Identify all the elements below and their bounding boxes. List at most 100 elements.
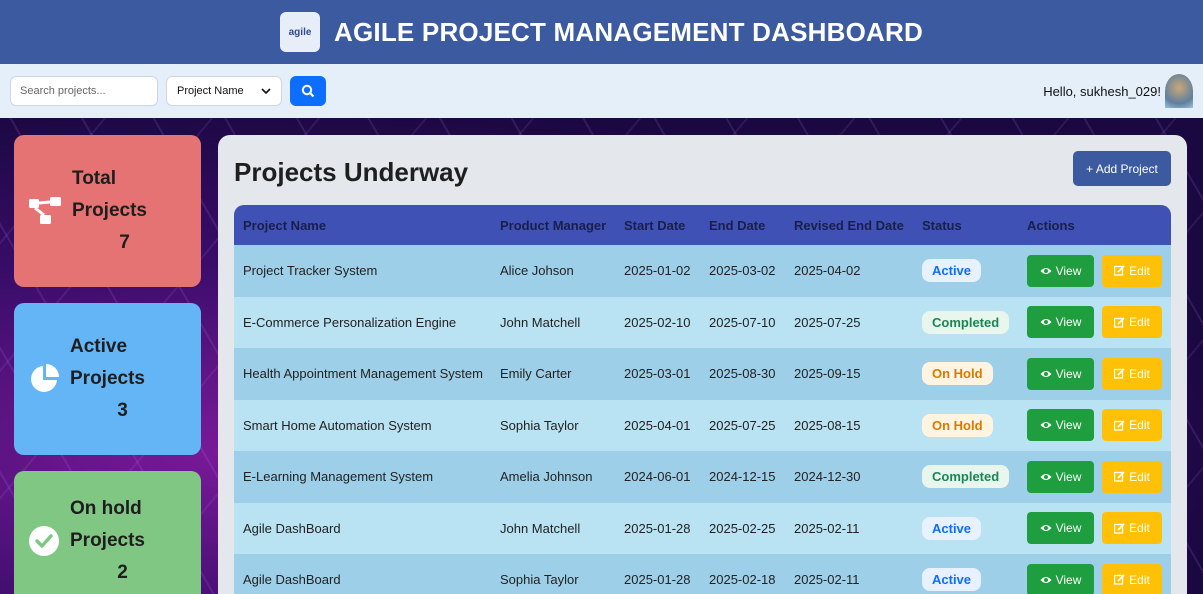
- search-input[interactable]: [10, 76, 158, 106]
- view-button[interactable]: View: [1027, 512, 1094, 545]
- edit-button[interactable]: Edit: [1102, 254, 1162, 287]
- add-project-button[interactable]: + Add Project: [1073, 151, 1171, 186]
- logo-text: agile: [288, 26, 312, 38]
- cell-status: Completed: [913, 310, 1018, 334]
- cell-status: On Hold: [913, 413, 1018, 437]
- column-header[interactable]: End Date: [700, 218, 785, 233]
- table-header: Project Name Product Manager Start Date …: [234, 205, 1171, 245]
- card-count: 2: [117, 562, 128, 583]
- cell-revised-end-date: 2024-12-30: [794, 469, 861, 485]
- status-badge: Completed: [922, 310, 1010, 334]
- user-greeting: Hello, sukhesh_029!: [1043, 74, 1193, 108]
- card-label-top: Total: [72, 168, 116, 189]
- table-row: Health Appointment Management System Emil…: [234, 348, 1171, 400]
- cell-status: On Hold: [913, 362, 1018, 386]
- view-button[interactable]: View: [1027, 357, 1094, 390]
- card-label-top: Active: [70, 336, 128, 357]
- app-logo[interactable]: agile: [280, 12, 321, 52]
- view-button[interactable]: View: [1027, 460, 1094, 493]
- column-header[interactable]: Product Manager: [491, 218, 615, 233]
- panel-title: Projects Underway: [234, 157, 469, 187]
- app-header: agile AGILE PROJECT MANAGEMENT DASHBOARD: [0, 0, 1203, 64]
- view-button-label: View: [1055, 315, 1082, 330]
- edit-icon: [1114, 368, 1125, 379]
- cell-manager: Alice Johson: [500, 263, 574, 279]
- view-button[interactable]: View: [1027, 409, 1094, 442]
- edit-button[interactable]: Edit: [1102, 409, 1162, 442]
- cell-end-date: 2025-02-25: [709, 520, 776, 536]
- chevron-down-icon: [261, 88, 271, 95]
- cell-start-date: 2024-06-01: [624, 469, 691, 485]
- edit-button[interactable]: Edit: [1102, 306, 1162, 339]
- cell-actions: View Edit: [1018, 357, 1171, 390]
- eye-icon: [1040, 422, 1052, 429]
- card-label-bottom: Projects: [70, 530, 145, 551]
- filter-select[interactable]: Project Name: [166, 76, 282, 106]
- column-header: Actions: [1027, 217, 1075, 233]
- cell-start-date: 2025-04-01: [624, 417, 691, 433]
- active-projects-card: Active Projects 3: [14, 303, 201, 455]
- cell-project-name: Project Tracker System: [243, 263, 378, 279]
- edit-button-label: Edit: [1129, 263, 1150, 278]
- edit-icon: [1114, 317, 1125, 328]
- column-header[interactable]: Start Date: [615, 218, 700, 233]
- table-row: Project Tracker System Alice Johson 2025-0…: [234, 245, 1171, 297]
- card-label-top: On hold: [70, 498, 142, 519]
- edit-button-label: Edit: [1129, 521, 1150, 536]
- cell-project-name: Agile DashBoard: [243, 520, 341, 536]
- check-circle-icon: [29, 526, 59, 556]
- view-button[interactable]: View: [1027, 254, 1094, 287]
- cell-actions: View Edit: [1018, 306, 1171, 339]
- cell-actions: View Edit: [1018, 460, 1171, 493]
- edit-button[interactable]: Edit: [1102, 357, 1162, 390]
- view-button[interactable]: View: [1027, 306, 1094, 339]
- status-badge: Active: [922, 516, 982, 540]
- edit-button[interactable]: Edit: [1102, 563, 1162, 594]
- edit-icon: [1114, 420, 1125, 431]
- edit-icon: [1114, 471, 1125, 482]
- table-row: E-Commerce Personalization Engine John Ma…: [234, 296, 1171, 348]
- view-button-label: View: [1055, 521, 1082, 536]
- column-header[interactable]: Status: [913, 218, 1018, 233]
- eye-icon: [1040, 473, 1052, 480]
- eye-icon: [1040, 267, 1052, 274]
- view-button-label: View: [1055, 263, 1082, 278]
- cell-start-date: 2025-02-10: [624, 314, 691, 330]
- search-button[interactable]: [290, 76, 326, 106]
- cell-actions: View Edit: [1018, 512, 1171, 545]
- cell-manager: John Matchell: [500, 314, 581, 330]
- card-count: 7: [119, 232, 130, 253]
- cell-manager: John Matchell: [500, 520, 581, 536]
- status-badge: On Hold: [922, 362, 993, 386]
- column-header[interactable]: Project Name: [234, 218, 491, 233]
- card-label-bottom: Projects: [72, 200, 147, 221]
- toolbar: Project Name Hello, sukhesh_029!: [0, 64, 1203, 118]
- table-body: Project Tracker System Alice Johson 2025-0…: [234, 245, 1171, 594]
- view-button[interactable]: View: [1027, 563, 1094, 594]
- page-title: AGILE PROJECT MANAGEMENT DASHBOARD: [334, 16, 923, 47]
- cell-actions: View Edit: [1018, 254, 1171, 287]
- edit-button-label: Edit: [1129, 572, 1150, 587]
- cell-start-date: 2025-01-02: [624, 263, 691, 279]
- table-row: Agile DashBoard Sophia Taylor 2025-01-28 20…: [234, 554, 1171, 594]
- cell-revised-end-date: 2025-04-02: [794, 263, 861, 279]
- cell-end-date: 2025-07-25: [709, 417, 776, 433]
- avatar[interactable]: [1165, 74, 1193, 108]
- column-header[interactable]: Revised End Date: [785, 218, 913, 233]
- cell-manager: Emily Carter: [500, 366, 572, 382]
- view-button-label: View: [1055, 572, 1082, 587]
- on-hold-projects-card: On hold Projects 2: [14, 471, 201, 594]
- cell-status: Active: [913, 516, 1018, 540]
- edit-icon: [1114, 265, 1125, 276]
- edit-button-label: Edit: [1129, 469, 1150, 484]
- cell-end-date: 2025-02-18: [709, 572, 776, 588]
- edit-button[interactable]: Edit: [1102, 512, 1162, 545]
- edit-button[interactable]: Edit: [1102, 460, 1162, 493]
- eye-icon: [1040, 576, 1052, 583]
- eye-icon: [1040, 319, 1052, 326]
- eye-icon: [1040, 370, 1052, 377]
- status-badge: Active: [922, 259, 982, 283]
- cell-revised-end-date: 2025-09-15: [794, 366, 861, 382]
- cell-manager: Amelia Johnson: [500, 469, 593, 485]
- view-button-label: View: [1055, 418, 1082, 433]
